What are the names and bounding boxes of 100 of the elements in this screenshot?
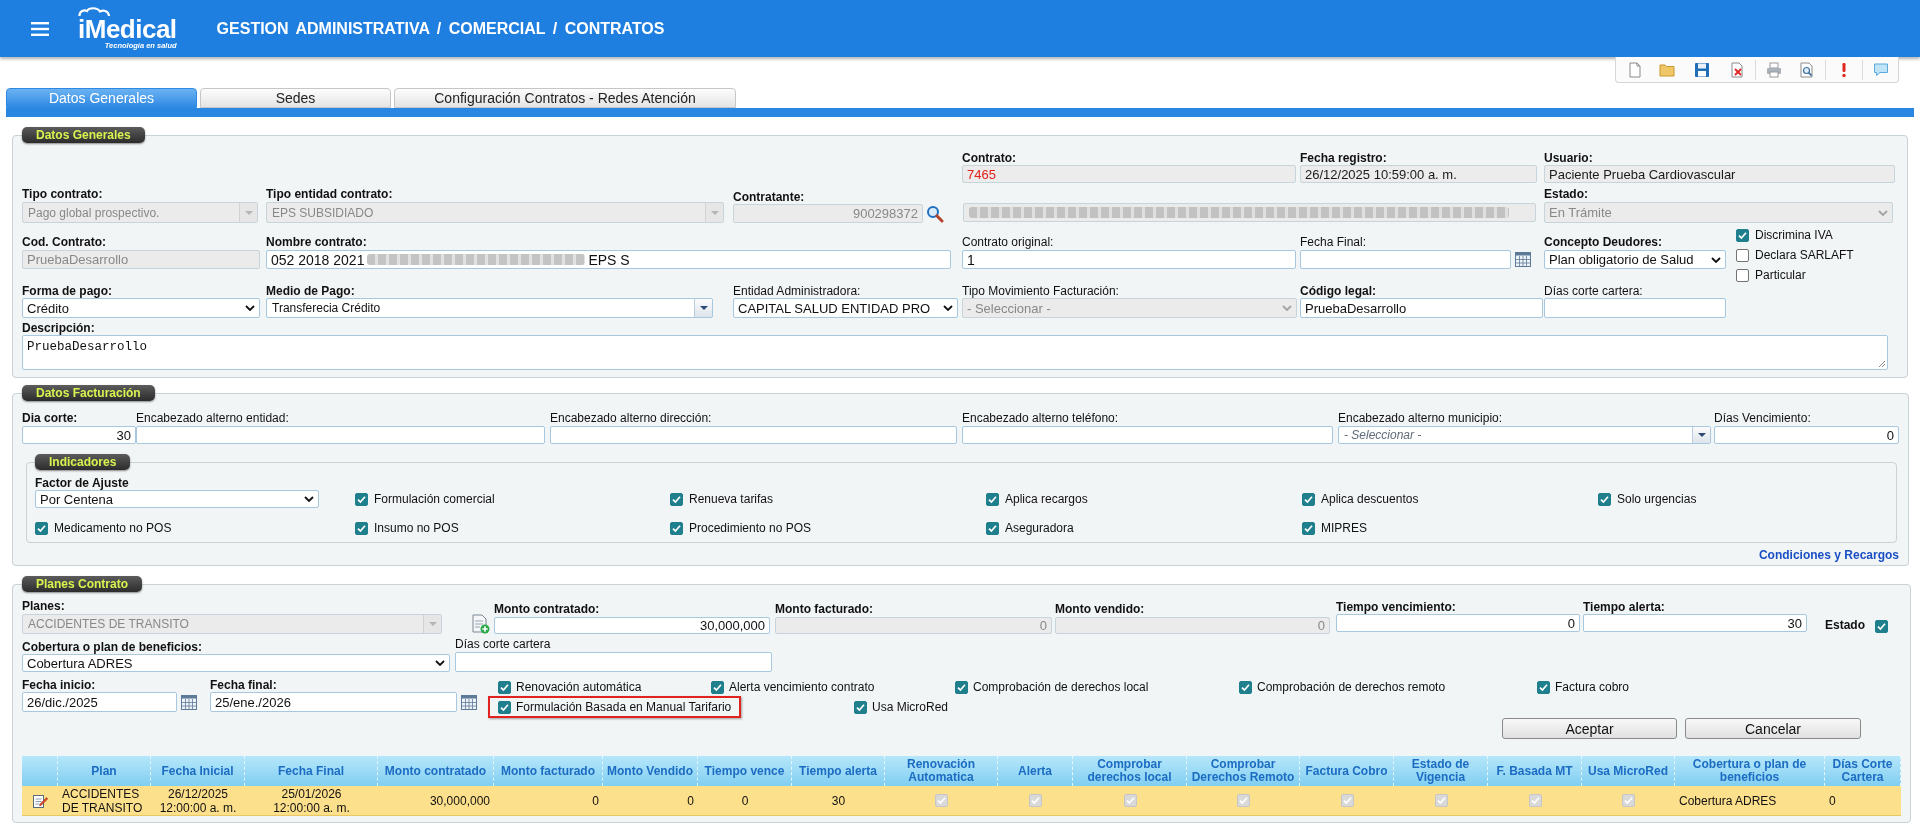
calendar-icon[interactable] xyxy=(181,694,197,710)
tab[interactable]: Sedes xyxy=(200,88,391,108)
checkbox[interactable] xyxy=(955,680,968,694)
checkmark-icon xyxy=(1539,682,1548,692)
text-field[interactable]: 26/dic./2025 xyxy=(22,692,177,712)
table-cell-text: 0 xyxy=(591,793,600,808)
select-field[interactable]: Crédito xyxy=(22,298,260,318)
dropdown-button[interactable] xyxy=(1692,427,1710,443)
text-field[interactable]: 30,000,000 xyxy=(494,617,770,634)
field-label: Encabezado alterno teléfono: xyxy=(962,411,1119,426)
checkmark-icon xyxy=(1304,523,1313,533)
select-field[interactable]: CAPITAL SALUD ENTIDAD PRO xyxy=(733,298,958,318)
text-field[interactable]: 0 xyxy=(1336,614,1580,632)
checkbox[interactable] xyxy=(355,521,368,535)
table-cell-text: 0 xyxy=(686,793,695,808)
checkbox[interactable] xyxy=(711,680,724,694)
search-icon[interactable] xyxy=(926,204,944,223)
select-field[interactable]: Cobertura ADRES xyxy=(22,654,450,672)
text-field[interactable]: 7465 xyxy=(962,165,1296,183)
checkbox-label: Aplica descuentos xyxy=(1321,492,1419,506)
calendar-icon[interactable] xyxy=(461,694,477,710)
checkbox[interactable] xyxy=(498,700,511,714)
field-label: Monto facturado: xyxy=(775,601,873,617)
table-row[interactable]: ACCIDENTES DE TRANSITO 26/12/2025 12:00:00 a. m. 25/01/2026 12:00:00 a. m. 30,000,000 0 0 0 30 Cobertura ADRES 0 xyxy=(22,786,1901,816)
field-label: Encabezado alterno entidad: xyxy=(136,411,289,426)
menu-icon[interactable] xyxy=(31,21,49,36)
form-button[interactable]: Aceptar xyxy=(1502,718,1677,739)
text-field[interactable] xyxy=(455,652,772,672)
folder-icon[interactable] xyxy=(1659,61,1675,78)
checkbox[interactable] xyxy=(1598,492,1611,506)
checkbox-label: Alerta vencimiento contrato xyxy=(729,680,875,694)
text-field[interactable] xyxy=(1300,250,1511,269)
field-label: Fecha registro: xyxy=(1300,151,1387,165)
checkbox[interactable] xyxy=(1302,521,1315,535)
document-search-icon[interactable] xyxy=(1799,61,1815,78)
text-field[interactable] xyxy=(1544,298,1726,318)
form-button[interactable]: Cancelar xyxy=(1685,718,1861,739)
checkbox[interactable] xyxy=(854,700,867,714)
chevron-down-icon xyxy=(943,305,953,311)
conditions-link[interactable]: Condiciones y Recargos xyxy=(1758,548,1899,562)
save-icon[interactable] xyxy=(1694,61,1710,78)
select-field[interactable]: Plan obligatorio de Salud xyxy=(1544,250,1726,269)
text-field[interactable]: 052 2018 2021 EPS S xyxy=(266,250,951,269)
text-field[interactable]: PruebaDesarrollo xyxy=(1300,298,1543,318)
delete-document-icon[interactable] xyxy=(1729,61,1745,78)
text-field[interactable] xyxy=(136,426,545,444)
checkbox[interactable] xyxy=(670,492,683,506)
add-document-icon[interactable] xyxy=(470,614,490,634)
checkbox[interactable] xyxy=(986,521,999,535)
checkbox[interactable] xyxy=(1736,268,1749,282)
checkbox[interactable] xyxy=(1736,248,1749,262)
edit-icon[interactable] xyxy=(32,792,48,809)
field-label: Contrato: xyxy=(962,151,1016,165)
checkbox[interactable] xyxy=(986,492,999,506)
field-label: Forma de pago: xyxy=(22,284,112,298)
checkmark-icon xyxy=(1436,796,1446,805)
field-label: Tiempo vencimiento: xyxy=(1336,600,1456,614)
new-document-icon[interactable] xyxy=(1627,61,1643,78)
resize-grip-icon[interactable] xyxy=(1878,360,1885,367)
description-textarea[interactable]: PruebaDesarrollo xyxy=(22,335,1888,370)
checkbox[interactable] xyxy=(1302,492,1315,506)
checkbox[interactable] xyxy=(355,492,368,506)
text-field[interactable]: 0 xyxy=(1714,426,1899,444)
checkbox-label: Factura cobro xyxy=(1555,680,1630,694)
text-field[interactable] xyxy=(962,426,1333,444)
chevron-down-icon xyxy=(1878,209,1888,216)
field-label: Cobertura o plan de beneficios: xyxy=(22,640,203,654)
caret-down-icon xyxy=(428,622,437,626)
combo-field[interactable]: Transferecia Crédito xyxy=(266,298,713,318)
checkmark-icon xyxy=(357,494,366,504)
checkmark-icon xyxy=(713,682,722,692)
text-field[interactable]: 30 xyxy=(1583,614,1807,632)
printer-icon[interactable] xyxy=(1766,61,1782,78)
combo-field[interactable]: - Seleccionar - xyxy=(1338,426,1711,444)
tab[interactable]: Configuración Contratos - Redes Atención xyxy=(394,88,736,108)
checkbox[interactable] xyxy=(1736,228,1749,242)
checkbox[interactable] xyxy=(1875,619,1888,633)
checkmark-icon xyxy=(856,702,865,712)
text-field[interactable] xyxy=(550,426,957,444)
text-field[interactable]: 30 xyxy=(22,426,136,444)
checkbox[interactable] xyxy=(1239,680,1252,694)
text-field[interactable]: Paciente Prueba Cardiovascular xyxy=(1544,165,1895,183)
checkbox[interactable] xyxy=(35,521,48,535)
select-field[interactable]: Por Centena xyxy=(35,490,319,508)
field-label: Entidad Administradora: xyxy=(733,284,861,298)
text-field[interactable]: 26/12/2025 10:59:00 a. m. xyxy=(1300,165,1537,183)
calendar-icon[interactable] xyxy=(1515,252,1531,267)
table-cell-text: 0 xyxy=(740,793,750,808)
chat-bubble-icon[interactable] xyxy=(1873,61,1889,78)
field-label: Encabezado alterno dirección: xyxy=(550,411,712,426)
text-field[interactable]: 1 xyxy=(962,250,1296,269)
checkbox[interactable] xyxy=(498,680,511,694)
text-field[interactable]: 25/ene./2026 xyxy=(210,692,457,712)
checkmark-icon xyxy=(1241,682,1250,692)
dropdown-button[interactable] xyxy=(694,299,712,317)
checkbox[interactable] xyxy=(1537,680,1550,694)
caret-down-icon xyxy=(699,306,708,310)
checkbox[interactable] xyxy=(670,521,683,535)
checkmark-icon xyxy=(1877,621,1886,631)
field-label: Días corte cartera xyxy=(455,636,551,652)
